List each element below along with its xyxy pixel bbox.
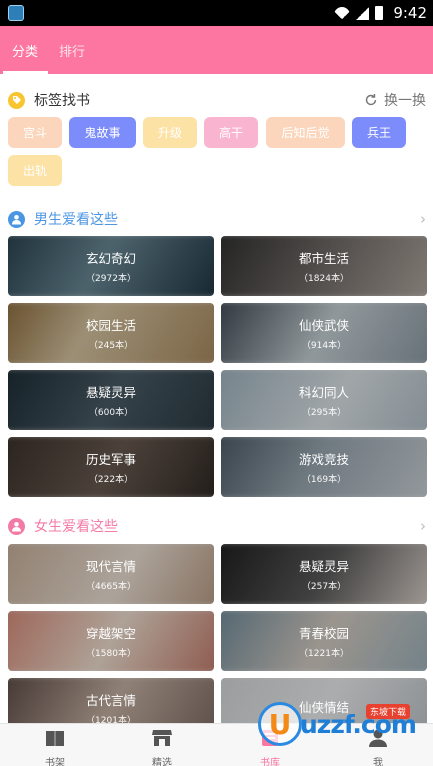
refresh-label: 换一换 bbox=[384, 93, 426, 109]
category-text: 穿越架空 （1580本） bbox=[8, 611, 214, 671]
category-name: 青春校园 bbox=[298, 626, 349, 641]
watermark-badge: 东坡下载 bbox=[366, 704, 411, 719]
category-text: 历史军事 （222本） bbox=[8, 437, 214, 497]
category-card[interactable]: 校园生活 （245本） bbox=[8, 303, 214, 363]
category-book-count: （4665本） bbox=[86, 582, 136, 592]
system-icons: 9:42 bbox=[334, 4, 427, 22]
nav-bookshelf[interactable]: 书架 bbox=[25, 728, 85, 766]
category-book-count: （2972本） bbox=[86, 274, 136, 284]
category-text: 都市生活 （1824本） bbox=[221, 236, 427, 296]
category-name: 仙侠武侠 bbox=[298, 318, 349, 333]
category-book-count: （257本） bbox=[301, 582, 347, 592]
bookshelf-icon bbox=[44, 728, 66, 748]
section-title: 男生爱看这些 bbox=[34, 212, 118, 228]
category-card[interactable]: 仙侠武侠 （914本） bbox=[221, 303, 427, 363]
category-book-count: （914本） bbox=[301, 341, 347, 351]
tag-chip[interactable]: 后知后觉 bbox=[266, 117, 345, 148]
section-title: 女生爱看这些 bbox=[34, 519, 118, 535]
category-card[interactable]: 历史军事 （222本） bbox=[8, 437, 214, 497]
category-text: 青春校园 （1221本） bbox=[221, 611, 427, 671]
status-bar: 9:42 bbox=[0, 0, 433, 26]
category-book-count: （295本） bbox=[301, 408, 347, 418]
category-name: 历史军事 bbox=[85, 452, 136, 467]
category-book-count: （1824本） bbox=[299, 274, 349, 284]
chevron-right-icon: › bbox=[420, 517, 426, 535]
category-name: 现代言情 bbox=[85, 559, 136, 574]
category-name: 穿越架空 bbox=[85, 626, 136, 641]
section-title: 标签找书 bbox=[34, 93, 90, 109]
category-card[interactable]: 悬疑灵异 （600本） bbox=[8, 370, 214, 430]
refresh-button[interactable]: 换一换 bbox=[364, 90, 426, 110]
battery-icon bbox=[375, 6, 384, 20]
clock: 9:42 bbox=[393, 4, 427, 22]
category-name: 玄幻奇幻 bbox=[85, 251, 136, 266]
category-card[interactable]: 都市生活 （1824本） bbox=[221, 236, 427, 296]
refresh-icon bbox=[365, 94, 377, 106]
tag-chip[interactable]: 鬼故事 bbox=[69, 117, 136, 148]
category-book-count: （222本） bbox=[88, 475, 134, 485]
category-card[interactable]: 穿越架空 （1580本） bbox=[8, 611, 214, 671]
male-section-header[interactable]: 男生爱看这些 › bbox=[8, 209, 426, 229]
signal-icon bbox=[356, 6, 370, 20]
category-book-count: （1580本） bbox=[86, 649, 136, 659]
category-text: 校园生活 （245本） bbox=[8, 303, 214, 363]
category-card[interactable]: 玄幻奇幻 （2972本） bbox=[8, 236, 214, 296]
store-icon bbox=[151, 728, 173, 748]
female-section-header[interactable]: 女生爱看这些 › bbox=[8, 516, 426, 536]
category-card[interactable]: 科幻同人 （295本） bbox=[221, 370, 427, 430]
tab-category[interactable]: 分类 bbox=[12, 41, 38, 60]
category-text: 悬疑灵异 （257本） bbox=[221, 544, 427, 604]
app-notification-icon bbox=[8, 5, 24, 21]
category-card[interactable]: 游戏竞技 （169本） bbox=[221, 437, 427, 497]
tag-icon bbox=[8, 91, 25, 109]
tag-chip[interactable]: 高干 bbox=[204, 117, 258, 148]
category-name: 悬疑灵异 bbox=[85, 385, 136, 400]
category-text: 游戏竞技 （169本） bbox=[221, 437, 427, 497]
category-text: 悬疑灵异 （600本） bbox=[8, 370, 214, 430]
category-book-count: （245本） bbox=[88, 341, 134, 351]
category-name: 科幻同人 bbox=[298, 385, 349, 400]
category-text: 玄幻奇幻 （2972本） bbox=[8, 236, 214, 296]
category-book-count: （1221本） bbox=[299, 649, 349, 659]
category-text: 科幻同人 （295本） bbox=[221, 370, 427, 430]
category-card[interactable]: 悬疑灵异 （257本） bbox=[221, 544, 427, 604]
tab-ranking[interactable]: 排行 bbox=[59, 41, 85, 60]
tag-chip[interactable]: 宫斗 bbox=[8, 117, 62, 148]
category-name: 校园生活 bbox=[85, 318, 136, 333]
tag-chip[interactable]: 出轨 bbox=[8, 155, 62, 186]
category-name: 古代言情 bbox=[85, 693, 136, 708]
watermark-logo: U bbox=[258, 702, 302, 746]
category-text: 仙侠武侠 （914本） bbox=[221, 303, 427, 363]
active-tab-indicator bbox=[3, 71, 48, 74]
category-book-count: （169本） bbox=[301, 475, 347, 485]
category-book-count: （600本） bbox=[88, 408, 134, 418]
tag-section-header: 标签找书 换一换 bbox=[8, 90, 426, 110]
category-name: 都市生活 bbox=[298, 251, 349, 266]
category-name: 游戏竞技 bbox=[298, 452, 349, 467]
category-card[interactable]: 青春校园 （1221本） bbox=[221, 611, 427, 671]
tag-chip[interactable]: 升级 bbox=[143, 117, 197, 148]
nav-featured[interactable]: 精选 bbox=[132, 728, 192, 766]
chevron-right-icon: › bbox=[420, 210, 426, 228]
top-tab-bar: 分类 排行 bbox=[0, 26, 433, 74]
tag-chip[interactable]: 兵王 bbox=[352, 117, 406, 148]
female-user-icon bbox=[8, 517, 25, 535]
wifi-icon bbox=[334, 7, 351, 19]
category-name: 悬疑灵异 bbox=[298, 559, 349, 574]
category-text: 现代言情 （4665本） bbox=[8, 544, 214, 604]
category-card[interactable]: 现代言情 （4665本） bbox=[8, 544, 214, 604]
site-watermark: U uzzf.com 东坡下载 bbox=[258, 700, 428, 750]
male-user-icon bbox=[8, 210, 25, 228]
